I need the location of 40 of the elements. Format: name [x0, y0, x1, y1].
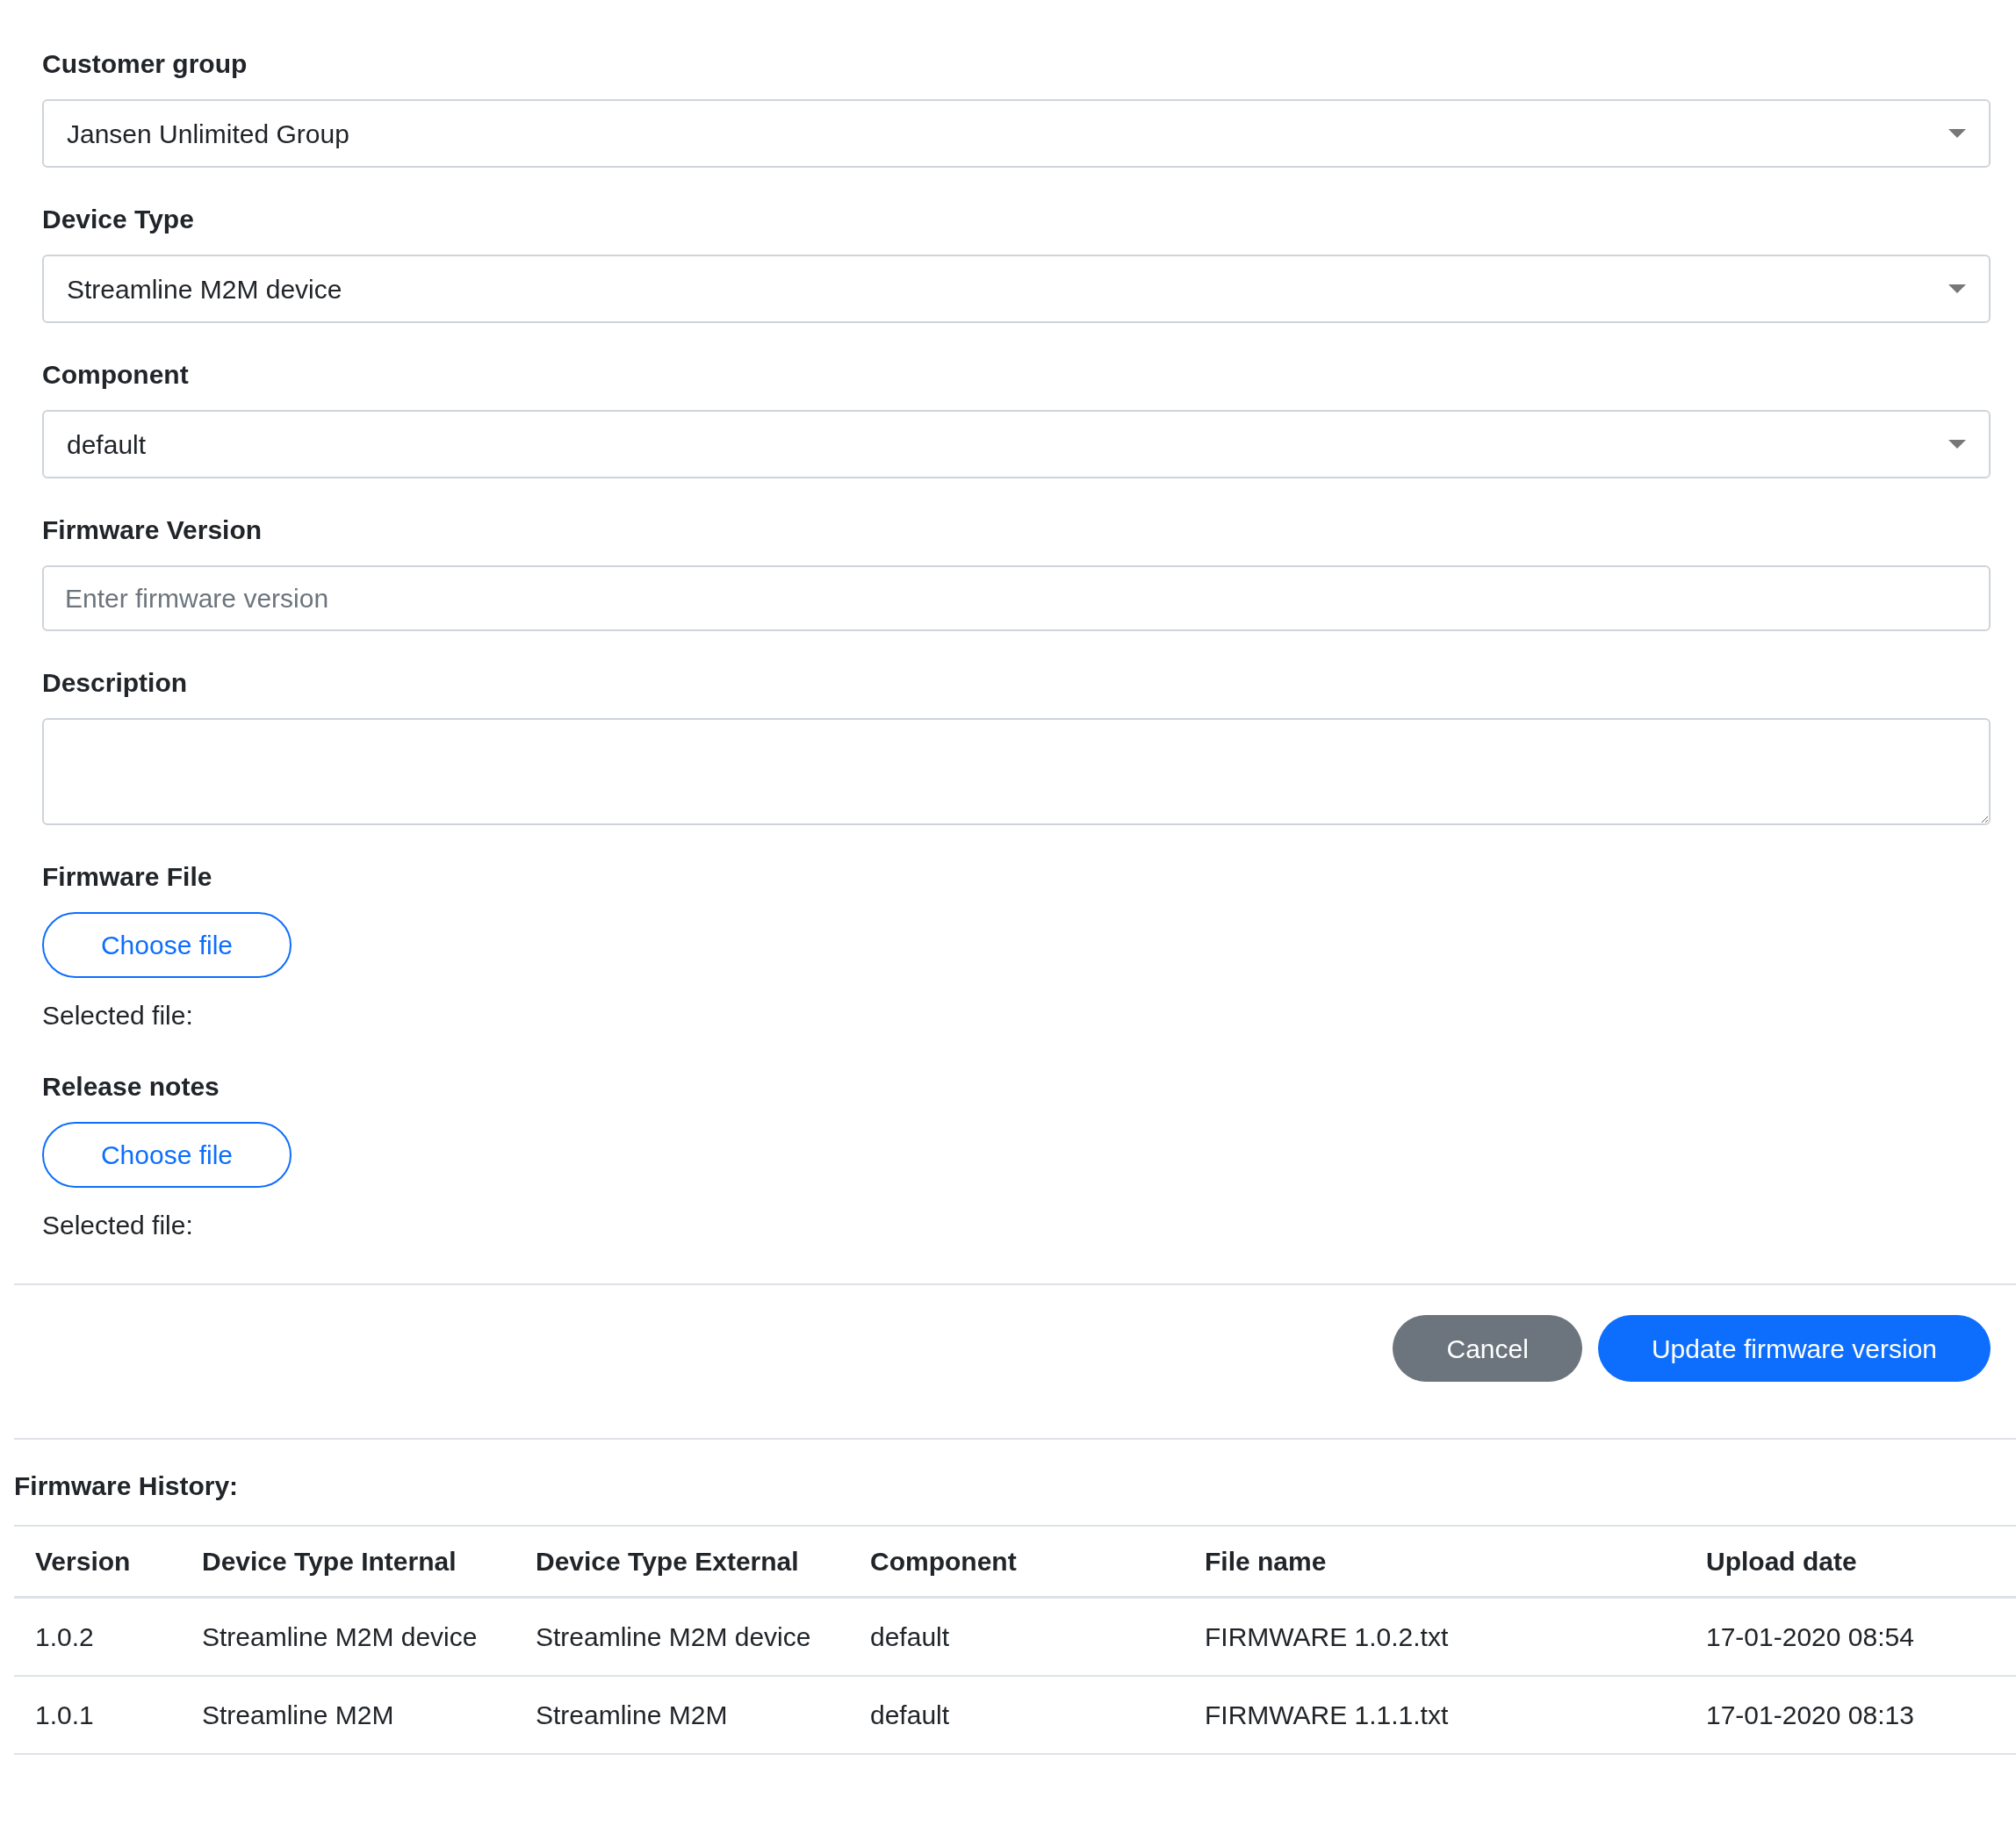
- table-cell: 17-01-2020 08:13: [1685, 1676, 2016, 1754]
- column-header: Upload date: [1685, 1526, 2016, 1598]
- table-cell: Streamline M2M device: [515, 1597, 849, 1676]
- column-header: Version: [14, 1526, 181, 1598]
- selected-file-label: Selected file:: [42, 1210, 193, 1241]
- choose-file-button[interactable]: Choose file: [42, 912, 292, 978]
- table-cell: 1.0.2: [14, 1597, 181, 1676]
- table-cell: default: [849, 1676, 1184, 1754]
- field-label: Release notes: [42, 1071, 220, 1103]
- table-cell: default: [849, 1597, 1184, 1676]
- column-header: Device Type Internal: [181, 1526, 515, 1598]
- caret-icon: [1948, 440, 1966, 449]
- column-header: File name: [1184, 1526, 1685, 1598]
- text-area[interactable]: [42, 718, 1991, 825]
- select-dropdown[interactable]: Streamline M2M device: [42, 255, 1991, 323]
- input-field[interactable]: Enter firmware version: [42, 565, 1991, 631]
- column-header: Component: [849, 1526, 1184, 1598]
- field-label: Firmware Version: [42, 514, 263, 546]
- field-label: Component: [42, 359, 190, 391]
- section-title: Firmware History:: [14, 1470, 240, 1502]
- cancel-button[interactable]: Cancel: [1393, 1315, 1582, 1382]
- field-label: Device Type: [42, 204, 195, 235]
- table-cell: Streamline M2M: [181, 1676, 515, 1754]
- selected-file-label: Selected file:: [42, 1000, 193, 1031]
- submit-button[interactable]: Update firmware version: [1597, 1315, 1991, 1382]
- table-cell: 1.0.1: [14, 1676, 181, 1754]
- select-dropdown[interactable]: Jansen Unlimited Group: [42, 99, 1991, 168]
- caret-icon: [1948, 284, 1966, 293]
- caret-icon: [1948, 129, 1966, 138]
- choose-file-button[interactable]: Choose file: [42, 1122, 292, 1188]
- column-header: Device Type External: [515, 1526, 849, 1598]
- table-cell: Streamline M2M device: [181, 1597, 515, 1676]
- table-cell: FIRMWARE 1.0.2.txt: [1184, 1597, 1685, 1676]
- field-label: Customer group: [42, 48, 248, 80]
- field-label: Description: [42, 667, 189, 699]
- table-cell: FIRMWARE 1.1.1.txt: [1184, 1676, 1685, 1754]
- field-label: Firmware File: [42, 861, 213, 893]
- table-cell: Streamline M2M: [515, 1676, 849, 1754]
- select-dropdown[interactable]: default: [42, 410, 1991, 478]
- table-cell: 17-01-2020 08:54: [1685, 1597, 2016, 1676]
